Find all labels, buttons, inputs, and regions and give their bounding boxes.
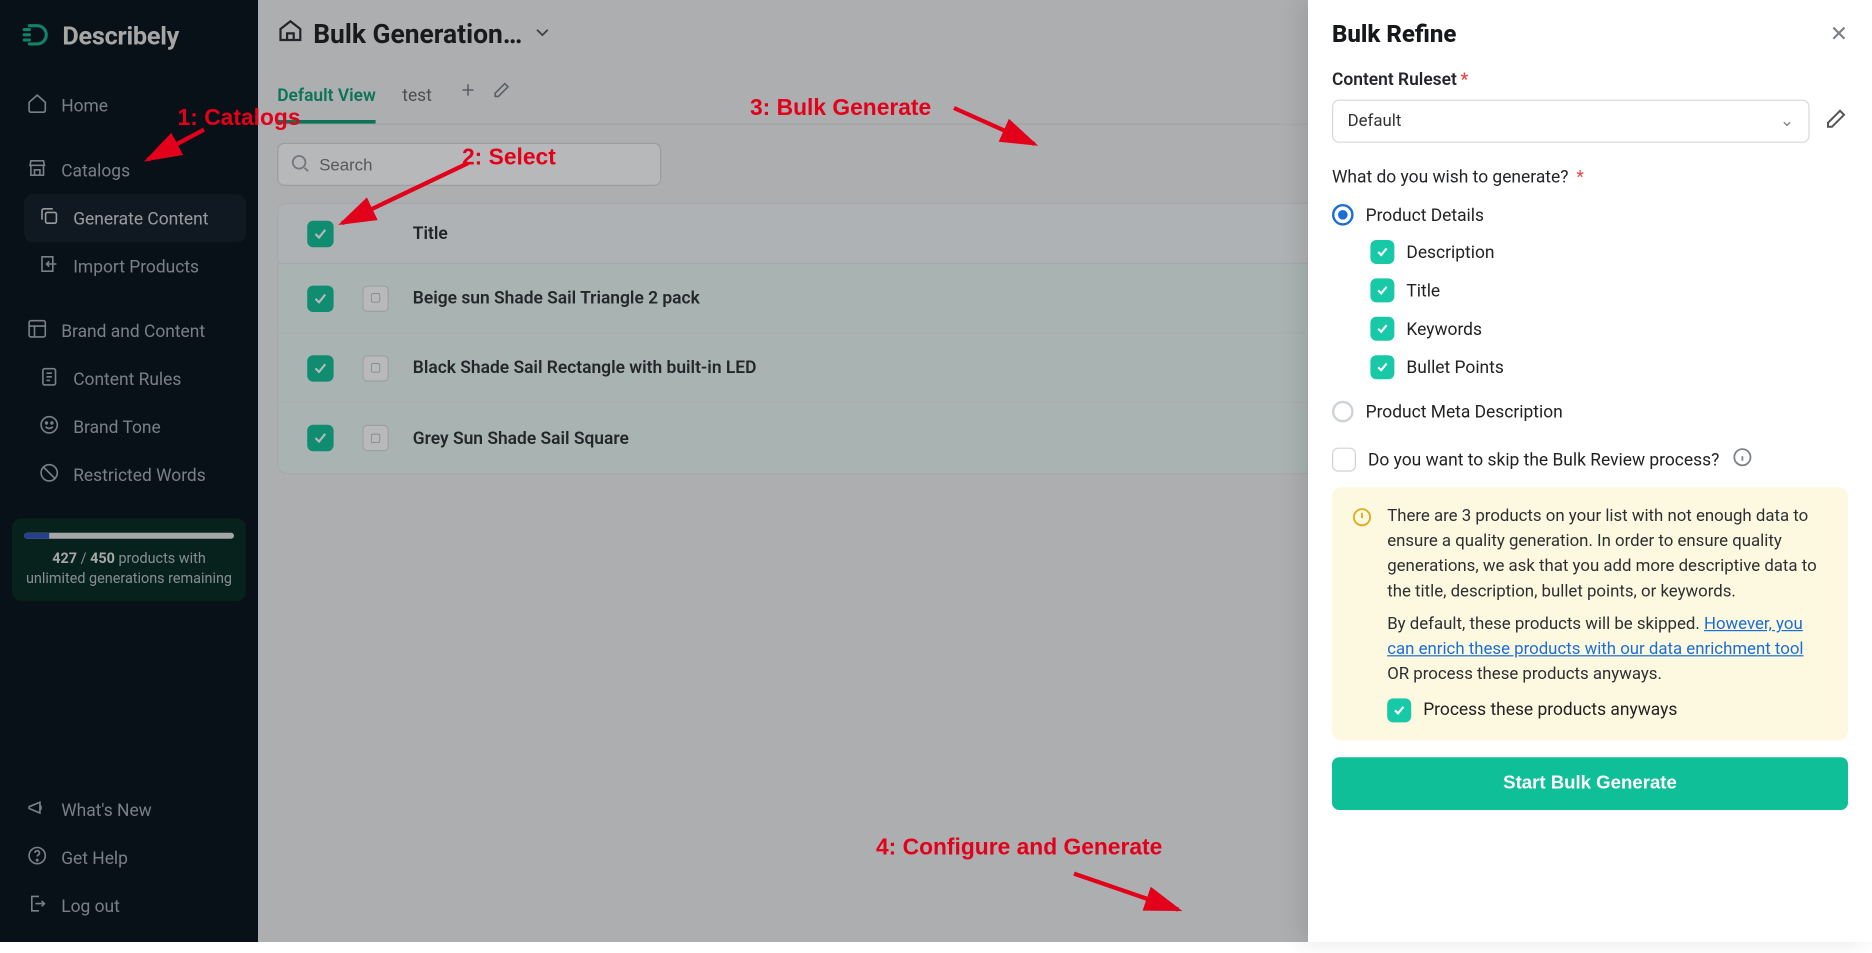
sidebar-item-content-rules[interactable]: Content Rules — [24, 355, 246, 403]
tab-test[interactable]: test — [402, 73, 432, 123]
logo-text: Describely — [62, 23, 179, 52]
checkbox-title[interactable]: Title — [1370, 278, 1848, 302]
usage-used: 427 — [52, 550, 77, 567]
sidebar-item-label: Import Products — [73, 256, 199, 276]
checkbox-keywords[interactable]: Keywords — [1370, 317, 1848, 341]
rules-icon — [38, 366, 60, 392]
sidebar-item-whats-new[interactable]: What's New — [12, 786, 246, 834]
sidebar-item-generate-content[interactable]: Generate Content — [24, 194, 246, 242]
sidebar-item-brand-content[interactable]: Brand and Content — [12, 307, 246, 355]
sidebar-item-label: Generate Content — [73, 208, 208, 228]
ban-icon — [38, 462, 60, 488]
select-caret-icon: ⌄ — [1780, 112, 1794, 131]
radio-icon — [1332, 401, 1354, 423]
usage-total: 450 — [90, 550, 115, 567]
ruleset-value: Default — [1348, 112, 1402, 131]
warning-text-2c: OR process these products anyways. — [1387, 665, 1662, 684]
select-all-checkbox[interactable] — [307, 220, 333, 246]
checkbox-description[interactable]: Description — [1370, 240, 1848, 264]
logo-icon — [22, 19, 53, 55]
import-icon — [38, 253, 60, 279]
sidebar-item-label: Catalogs — [61, 160, 130, 180]
ruleset-label: Content Ruleset* — [1332, 70, 1848, 90]
checkbox-icon — [1332, 448, 1356, 472]
page-title-text: Bulk Generation… — [313, 20, 522, 50]
bulk-refine-drawer: Bulk Refine ✕ Content Ruleset* Default ⌄… — [1308, 0, 1872, 942]
sidebar-item-catalogs[interactable]: Catalogs — [12, 146, 246, 194]
usage-bar — [24, 533, 49, 539]
catalog-icon — [277, 18, 303, 52]
edit-ruleset-icon[interactable] — [1824, 107, 1848, 136]
sidebar-item-import-products[interactable]: Import Products — [24, 242, 246, 290]
chevron-down-icon — [532, 20, 554, 50]
logo[interactable]: Describely — [0, 0, 258, 79]
megaphone-icon — [26, 797, 48, 823]
sidebar: Describely Home Catalogs Generate Conten… — [0, 0, 258, 942]
sidebar-item-label: Content Rules — [73, 369, 181, 389]
home-icon — [26, 92, 48, 118]
image-icon: ▢ — [362, 285, 388, 311]
skip-review-checkbox[interactable]: Do you want to skip the Bulk Review proc… — [1332, 446, 1848, 472]
checkbox-bullet-points[interactable]: Bullet Points — [1370, 355, 1848, 379]
drawer-title: Bulk Refine — [1332, 19, 1456, 48]
warning-box: There are 3 products on your list with n… — [1332, 487, 1848, 740]
sidebar-item-home[interactable]: Home — [12, 82, 246, 130]
sidebar-item-logout[interactable]: Log out — [12, 882, 246, 930]
tone-icon — [38, 414, 60, 440]
row-checkbox[interactable] — [307, 425, 333, 451]
sidebar-item-label: Log out — [61, 896, 120, 916]
radio-meta-description[interactable]: Product Meta Description — [1332, 401, 1848, 423]
image-icon: ▢ — [362, 355, 388, 381]
layout-icon — [26, 318, 48, 344]
usage-box: 427 / 450 products with unlimited genera… — [12, 518, 246, 600]
page-title[interactable]: Bulk Generation… — [277, 18, 553, 52]
radio-product-details[interactable]: Product Details — [1332, 204, 1848, 226]
add-tab-icon[interactable] — [458, 80, 477, 104]
image-icon: ▢ — [362, 425, 388, 451]
edit-tab-icon[interactable] — [492, 80, 511, 104]
sidebar-item-label: Get Help — [61, 848, 128, 868]
sidebar-item-restricted-words[interactable]: Restricted Words — [24, 451, 246, 499]
sidebar-item-get-help[interactable]: Get Help — [12, 834, 246, 882]
info-icon[interactable] — [1731, 446, 1753, 472]
storefront-icon — [26, 157, 48, 183]
sidebar-item-label: Brand and Content — [61, 321, 205, 341]
tab-default-view[interactable]: Default View — [277, 73, 376, 123]
sidebar-item-label: Restricted Words — [73, 465, 206, 485]
search-box — [277, 142, 661, 185]
search-input[interactable] — [277, 142, 661, 185]
row-checkbox[interactable] — [307, 355, 333, 381]
sidebar-item-label: What's New — [61, 800, 152, 820]
warning-text-1: There are 3 products on your list with n… — [1387, 504, 1829, 605]
start-bulk-generate-button[interactable]: Start Bulk Generate — [1332, 757, 1848, 810]
ruleset-select[interactable]: Default ⌄ — [1332, 100, 1810, 143]
close-icon[interactable]: ✕ — [1830, 21, 1848, 46]
generate-question: What do you wish to generate? * — [1332, 167, 1848, 187]
sidebar-item-label: Brand Tone — [73, 417, 161, 437]
process-anyways-checkbox[interactable]: Process these products anyways — [1387, 697, 1829, 723]
warning-icon — [1351, 506, 1373, 723]
copy-icon — [38, 205, 60, 231]
sidebar-item-brand-tone[interactable]: Brand Tone — [24, 403, 246, 451]
row-checkbox[interactable] — [307, 285, 333, 311]
warning-text-2a: By default, these products will be skipp… — [1387, 614, 1704, 633]
logout-icon — [26, 893, 48, 919]
sidebar-item-label: Home — [61, 95, 108, 115]
help-icon — [26, 845, 48, 871]
search-icon — [289, 152, 311, 178]
radio-icon — [1332, 204, 1354, 226]
